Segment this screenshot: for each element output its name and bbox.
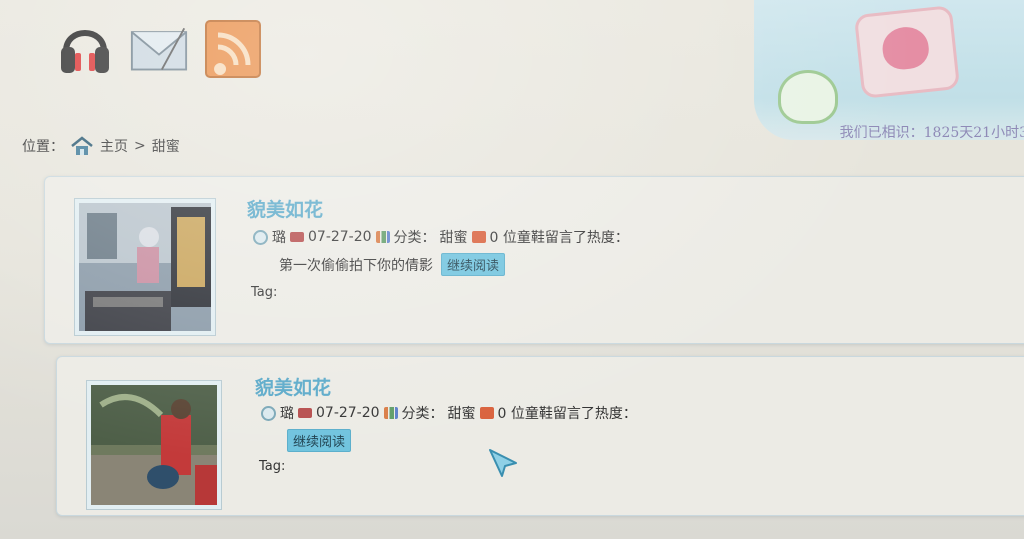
calendar-icon	[298, 408, 312, 418]
top-icon-bar	[56, 16, 262, 80]
header-banner: 我们已相识：1825天21小时3	[754, 0, 1024, 141]
days-together-text: 我们已相识：1825天21小时3	[839, 125, 1024, 141]
breadcrumb-label: 位置：	[22, 139, 64, 155]
post-category-link[interactable]: 甜蜜	[448, 403, 476, 423]
headphones-icon[interactable]	[56, 16, 114, 80]
post-excerpt: 第一次偷偷拍下你的倩影 继续阅读	[279, 253, 506, 276]
rss-icon[interactable]	[204, 16, 262, 80]
post-tags: Tag:	[259, 459, 286, 474]
post-comments[interactable]: 0 位童鞋留言了热度：	[498, 403, 637, 423]
post-thumbnail[interactable]	[75, 199, 215, 335]
user-icon	[253, 229, 268, 245]
breadcrumb-separator: >	[134, 138, 146, 154]
breadcrumb: 位置： 主页 > 甜蜜	[22, 136, 180, 156]
post-author: 璐	[280, 406, 294, 422]
post-title-link[interactable]: 貌美如花	[255, 373, 331, 400]
category-icon	[375, 231, 390, 243]
heart-plant-decoration	[778, 70, 838, 124]
post-category-label: 分类：	[401, 406, 444, 422]
breadcrumb-home-link[interactable]: 主页	[100, 136, 128, 156]
post-comments[interactable]: 0 位童鞋留言了热度：	[490, 227, 629, 247]
gift-icon	[471, 231, 486, 243]
post-excerpt-text: 第一次偷偷拍下你的倩影	[279, 257, 433, 274]
user-icon	[261, 405, 276, 421]
read-more-button[interactable]: 继续阅读	[441, 253, 506, 276]
post-excerpt: 继续阅读	[287, 429, 352, 452]
post-date: 07-27-20	[316, 405, 380, 421]
post-card: 貌美如花 璐 07-27-20 分类： 甜蜜 0 位童鞋留言了热度： 继续阅读 …	[56, 356, 1024, 516]
read-more-button[interactable]: 继续阅读	[287, 429, 352, 452]
post-date: 07-27-20	[308, 229, 372, 245]
post-category-label: 分类：	[393, 230, 436, 246]
post-category-link[interactable]: 甜蜜	[440, 227, 468, 247]
post-title-link[interactable]: 貌美如花	[247, 195, 323, 222]
heart-picture-decoration	[853, 5, 961, 99]
post-thumbnail[interactable]	[87, 381, 221, 509]
category-icon	[383, 407, 398, 419]
mouse-cursor-icon	[489, 449, 517, 477]
gift-icon	[479, 407, 494, 419]
post-tags: Tag:	[251, 285, 278, 300]
post-card: 貌美如花 璐 07-27-20 分类： 甜蜜 0 位童鞋留言了热度： 第一次偷偷…	[44, 176, 1024, 344]
breadcrumb-current: 甜蜜	[151, 139, 180, 155]
post-meta: 璐 07-27-20 分类： 甜蜜 0 位童鞋留言了热度：	[253, 227, 629, 247]
post-meta: 璐 07-27-20 分类： 甜蜜 0 位童鞋留言了热度：	[261, 403, 637, 423]
calendar-icon	[290, 232, 304, 242]
home-icon[interactable]	[70, 136, 94, 156]
mail-icon[interactable]	[130, 16, 188, 80]
post-author: 璐	[272, 230, 286, 246]
